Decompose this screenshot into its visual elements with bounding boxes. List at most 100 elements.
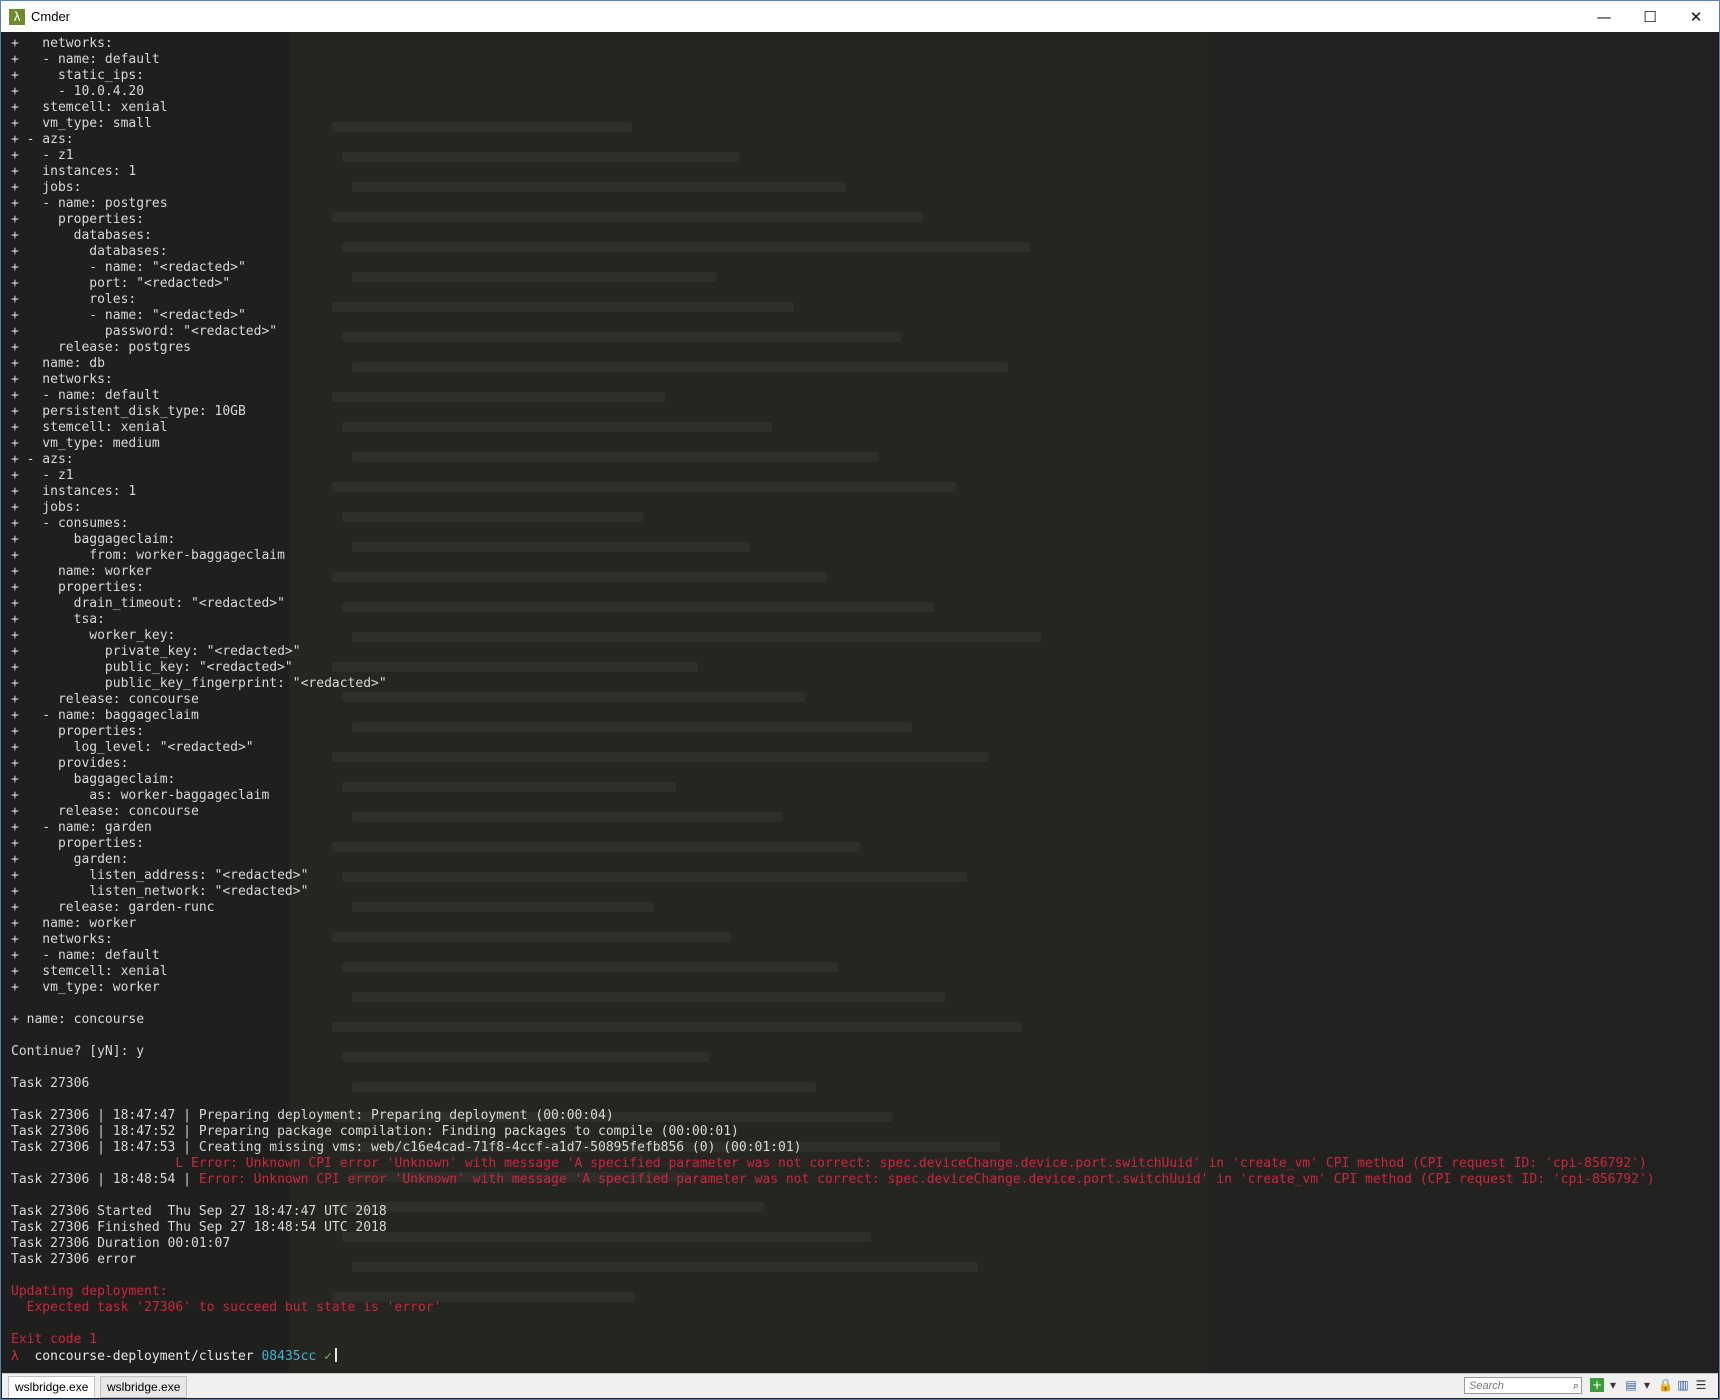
terminal-line-text: Task 27306 | 18:47:52 | Preparing packag… — [11, 1124, 739, 1139]
terminal-line-text: + listen_address: "<redacted>" — [11, 868, 309, 883]
chevron-down-icon[interactable]: ▾ — [1606, 1378, 1620, 1392]
terminal-line-text: Task 27306 | 18:47:53 | Creating missing… — [11, 1140, 802, 1155]
terminal-line: + instances: 1 — [11, 484, 1655, 500]
terminal-line: Task 27306 | 18:48:54 | Error: Unknown C… — [11, 1172, 1655, 1188]
terminal-line-text: Continue? [yN]: y — [11, 1044, 145, 1059]
terminal-line-text: + - name: garden — [11, 820, 152, 835]
terminal-line-text: + vm_type: medium — [11, 436, 160, 451]
terminal-line: + - z1 — [11, 468, 1655, 484]
terminal-line: + - name: "<redacted>" — [11, 260, 1655, 276]
title-bar[interactable]: λ Cmder — ☐ ✕ — [1, 1, 1719, 32]
git-hash: 08435cc — [261, 1349, 317, 1364]
terminal-line: + - azs: — [11, 452, 1655, 468]
terminal-pane[interactable]: + networks: + - name: default + static_ips… — [2, 32, 1718, 1376]
terminal-line-text: Task 27306 error — [11, 1252, 137, 1267]
lock-icon[interactable]: 🔒 — [1658, 1378, 1673, 1392]
terminal-line-text: L Error: Unknown CPI error 'Unknown' wit… — [11, 1156, 1647, 1171]
terminal-line: + public_key_fingerprint: "<redacted>" — [11, 676, 1655, 692]
maximize-button[interactable]: ☐ — [1627, 1, 1673, 32]
terminal-line: + - consumes: — [11, 516, 1655, 532]
cmder-window: λ Cmder — ☐ ✕ + networks: + - name: defau… — [0, 0, 1720, 1400]
terminal-line-text: Task 27306 Started Thu Sep 27 18:47:47 U… — [11, 1204, 387, 1219]
terminal-line-text: + - azs: — [11, 132, 74, 147]
terminal-line-text: + databases: — [11, 228, 152, 243]
terminal-line-text: + - name: postgres — [11, 196, 168, 211]
terminal-line: + - name: default — [11, 52, 1655, 68]
terminal-line: Continue? [yN]: y — [11, 1044, 1655, 1060]
terminal-line-text: + - azs: — [11, 452, 74, 467]
terminal-line: + release: postgres — [11, 340, 1655, 356]
terminal-line: + databases: — [11, 244, 1655, 260]
panel-icon[interactable]: ▥ — [1676, 1378, 1690, 1392]
terminal-line-text: + - name: "<redacted>" — [11, 308, 246, 323]
terminal-line-text: + private_key: "<redacted>" — [11, 644, 301, 659]
settings-icon[interactable]: ☰ — [1694, 1378, 1708, 1392]
window-controls: — ☐ ✕ — [1581, 1, 1719, 32]
terminal-line-text: + release: postgres — [11, 340, 192, 355]
terminal-line-text: Expected task '27306' to succeed but sta… — [11, 1300, 442, 1315]
terminal-line: + from: worker-baggageclaim — [11, 548, 1655, 564]
terminal-line-text: + properties: — [11, 836, 145, 851]
close-button[interactable]: ✕ — [1673, 1, 1719, 32]
prompt-line[interactable]: λ concourse-deployment/cluster 08435cc ✓ — [11, 1348, 337, 1365]
close-icon: ✕ — [1689, 7, 1703, 26]
terminal-line: + static_ips: — [11, 68, 1655, 84]
terminal-line-text: Task 27306 — [11, 1076, 90, 1091]
terminal-line: + properties: — [11, 580, 1655, 596]
terminal-line: + - name: default — [11, 948, 1655, 964]
minimize-button[interactable]: — — [1581, 1, 1627, 32]
terminal-line: + drain_timeout: "<redacted>" — [11, 596, 1655, 612]
terminal-line: + listen_address: "<redacted>" — [11, 868, 1655, 884]
maximize-icon: ☐ — [1643, 7, 1657, 26]
terminal-line: + name: db — [11, 356, 1655, 372]
terminal-line-text: + password: "<redacted>" — [11, 324, 278, 339]
terminal-line-text: Exit code 1 — [11, 1332, 98, 1347]
terminal-line: + properties: — [11, 724, 1655, 740]
terminal-line-text: + databases: — [11, 244, 168, 259]
tab-wslbridge-2[interactable]: wslbridge.exe — [100, 1376, 188, 1398]
terminal-line: + persistent_disk_type: 10GB — [11, 404, 1655, 420]
terminal-line: Exit code 1 — [11, 1332, 1655, 1348]
terminal-line: + release: concourse — [11, 692, 1655, 708]
terminal-line: Task 27306 error — [11, 1252, 1655, 1268]
search-placeholder: Search — [1469, 1380, 1504, 1392]
terminal-line: Task 27306 | 18:47:53 | Creating missing… — [11, 1140, 1655, 1156]
terminal-line-text: + networks: — [11, 932, 113, 947]
terminal-line-text: + - consumes: — [11, 516, 129, 531]
terminal-line: + stemcell: xenial — [11, 100, 1655, 116]
terminal-line-text: + release: concourse — [11, 692, 199, 707]
terminal-line: + jobs: — [11, 500, 1655, 516]
terminal-line: + stemcell: xenial — [11, 420, 1655, 436]
terminal-line: Task 27306 — [11, 1076, 1655, 1092]
tab-wslbridge-1[interactable]: wslbridge.exe — [8, 1376, 96, 1398]
terminal-line-text: + vm_type: worker — [11, 980, 160, 995]
terminal-line-text: + - name: baggageclaim — [11, 708, 199, 723]
terminal-line-text: + log_level: "<redacted>" — [11, 740, 254, 755]
terminal-line-text: + name: db — [11, 356, 105, 371]
tab-label: wslbridge.exe — [15, 1380, 89, 1394]
terminal-line: + port: "<redacted>" — [11, 276, 1655, 292]
new-console-icon[interactable]: + — [1590, 1378, 1604, 1392]
terminal-line-text: + worker_key: — [11, 628, 176, 643]
terminal-line: + - name: garden — [11, 820, 1655, 836]
prompt-path: concourse-deployment/cluster — [34, 1349, 254, 1364]
window-title: Cmder — [31, 9, 71, 24]
terminal-line: + private_key: "<redacted>" — [11, 644, 1655, 660]
git-status-check-icon: ✓ — [324, 1349, 332, 1364]
search-input[interactable]: Search ⌕ — [1464, 1377, 1582, 1394]
terminal-line: + - name: postgres — [11, 196, 1655, 212]
terminal-line-text: + properties: — [11, 580, 145, 595]
terminal-line-text: + stemcell: xenial — [11, 964, 168, 979]
terminal-line-text: + static_ips: — [11, 68, 145, 83]
terminal-line-text: + networks: — [11, 372, 113, 387]
terminal-line: + - 10.0.4.20 — [11, 84, 1655, 100]
terminal-line-text: Task 27306 | 18:47:47 | Preparing deploy… — [11, 1108, 614, 1123]
minimize-icon: — — [1596, 7, 1612, 26]
chevron-down-icon[interactable]: ▾ — [1640, 1378, 1654, 1392]
layout-icon[interactable]: ▤ — [1624, 1378, 1638, 1392]
terminal-line-text: + - z1 — [11, 148, 74, 163]
